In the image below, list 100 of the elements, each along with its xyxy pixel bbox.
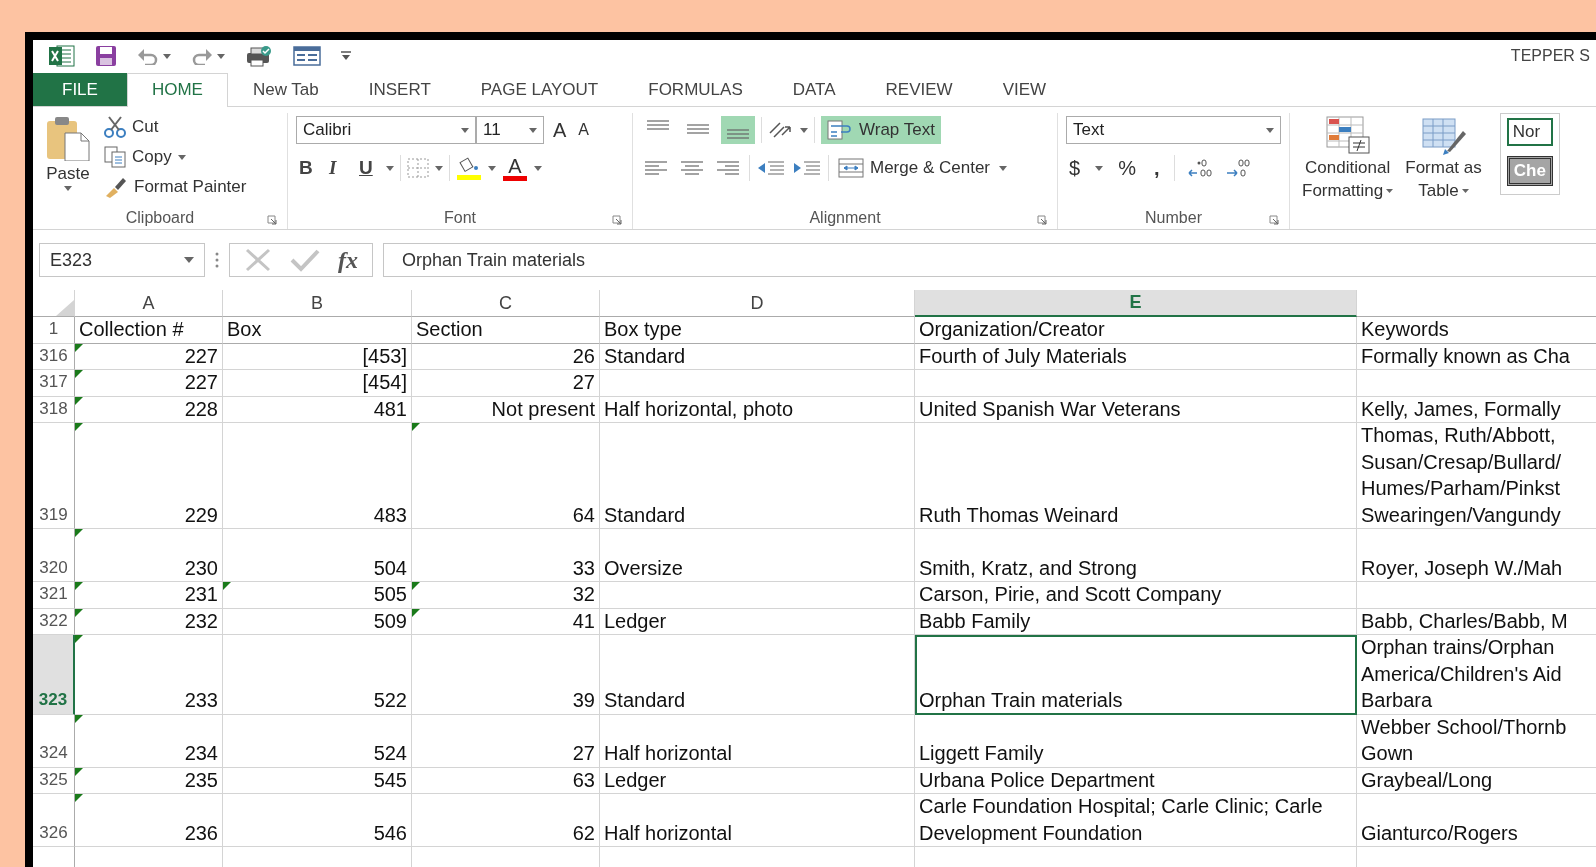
caret-icon[interactable]	[386, 165, 394, 171]
column-header[interactable]: B	[223, 290, 412, 317]
currency-button[interactable]: $	[1066, 154, 1084, 182]
table-cell-text: Kelly, James, Formally	[1361, 396, 1562, 422]
format-as-table-button[interactable]: Format as Table	[1401, 113, 1486, 229]
caret-icon[interactable]	[217, 53, 225, 59]
dialog-launcher-icon[interactable]	[267, 215, 277, 225]
underline-button[interactable]: U	[356, 154, 380, 182]
undo-icon[interactable]	[137, 47, 159, 65]
table-cell-text: Babb Family	[919, 608, 1032, 634]
caret-icon[interactable]	[435, 165, 443, 171]
caret-icon[interactable]	[163, 53, 171, 59]
format-painter-button[interactable]: Format Painter	[101, 173, 250, 201]
more-options-icon	[215, 252, 219, 268]
font-size-dropdown[interactable]: 11	[476, 116, 544, 144]
row-header[interactable]: 1	[33, 317, 75, 344]
decrease-indent-icon[interactable]	[756, 158, 786, 178]
merge-center-button[interactable]: Merge & Center	[835, 154, 993, 182]
caret-icon[interactable]	[999, 165, 1007, 171]
ribbon-tab[interactable]: DATA	[767, 73, 861, 106]
table-cell-text: 39	[572, 688, 595, 713]
column-header[interactable]: D	[600, 290, 915, 317]
ribbon-tab[interactable]: REVIEW	[860, 73, 978, 106]
printer-icon[interactable]	[245, 45, 273, 67]
table-cell-text: Gianturco/Rogers	[1361, 820, 1519, 846]
shrink-font-button[interactable]: A	[575, 116, 592, 144]
grow-font-button[interactable]: A	[550, 116, 570, 144]
copy-button[interactable]: Copy	[101, 143, 250, 171]
bold-button[interactable]: B	[296, 154, 320, 182]
table-cell-text: 230	[184, 555, 218, 581]
dialog-launcher-icon[interactable]	[1269, 215, 1279, 225]
row-header[interactable]: 326	[33, 794, 75, 847]
table-cell-text: 27	[572, 370, 595, 395]
cut-button[interactable]: Cut	[101, 113, 250, 141]
ribbon-tab[interactable]: FORMULAS	[623, 73, 768, 106]
ribbon-tab[interactable]: VIEW	[977, 73, 1072, 106]
window-title: TEPPER S	[1510, 47, 1590, 65]
paste-button[interactable]: Paste	[41, 113, 95, 207]
ribbon-tab[interactable]: PAGE LAYOUT	[455, 73, 624, 106]
table-cell-text: Formally known as Cha	[1361, 343, 1571, 369]
scissors-icon	[104, 116, 126, 138]
font-name-dropdown[interactable]: Calibri	[296, 116, 476, 144]
table-cell-text: Box type	[604, 317, 683, 342]
column-header[interactable]: A	[75, 290, 223, 317]
formula-input[interactable]: Orphan Train materials	[383, 243, 1596, 277]
table-cell-text: 234	[184, 741, 218, 766]
redo-icon[interactable]	[191, 47, 213, 65]
row-header[interactable]: 320	[33, 529, 75, 582]
fill-color-icon[interactable]	[456, 156, 482, 180]
insert-function-button[interactable]: fx	[338, 246, 358, 274]
dialog-launcher-icon[interactable]	[612, 215, 622, 225]
caret-icon[interactable]	[800, 127, 808, 133]
increase-decimal-icon[interactable]	[1187, 158, 1214, 178]
increase-indent-icon[interactable]	[792, 158, 822, 178]
table-cell-text: Carson, Pirie, and Scott Company	[919, 582, 1223, 607]
ribbon-tab[interactable]: INSERT	[343, 73, 456, 106]
ribbon-tab[interactable]: New Tab	[227, 73, 344, 106]
save-icon[interactable]	[95, 45, 117, 67]
group-label: Font	[444, 209, 476, 227]
table-cell-text: Humes/Parham/Pinkst	[1361, 476, 1561, 501]
copy-icon	[104, 146, 126, 168]
conditional-formatting-button[interactable]: Conditional Formatting	[1298, 113, 1398, 229]
caret-icon	[529, 127, 537, 133]
italic-button[interactable]: I	[326, 154, 350, 182]
comma-button[interactable]: ,	[1150, 154, 1163, 182]
caret-icon[interactable]	[1095, 165, 1104, 171]
table-cell-text: 505	[373, 582, 407, 607]
percent-button[interactable]: %	[1115, 154, 1139, 182]
table-cell-text: 546	[373, 820, 407, 846]
customize-menu-icon[interactable]	[341, 51, 351, 61]
table-cell-text: Babb, Charles/Babb, M	[1361, 608, 1569, 634]
decrease-decimal-icon[interactable]	[1225, 158, 1252, 178]
column-header[interactable]: C	[412, 290, 600, 317]
table-cell-text: Liggett Family	[919, 741, 1045, 766]
row-header[interactable]: 324	[33, 714, 75, 768]
excel-logo-icon[interactable]	[49, 45, 75, 67]
row-header[interactable]: 323	[33, 635, 75, 715]
table-cell-text: 235	[184, 767, 218, 793]
table-cell-text: Royer, Joseph W./Mah	[1361, 555, 1564, 581]
font-color-button[interactable]: A	[502, 153, 528, 183]
caret-icon[interactable]	[488, 165, 496, 171]
column-header[interactable]: E	[915, 290, 1357, 317]
table-cell-text: 228	[184, 396, 218, 422]
wrap-text-icon	[827, 120, 853, 140]
dialog-launcher-icon[interactable]	[1037, 215, 1047, 225]
file-tab[interactable]: FILE	[33, 73, 127, 106]
name-box[interactable]: E323	[39, 243, 205, 277]
table-cell-text: Fourth of July Materials	[919, 343, 1128, 369]
table-brush-icon	[1420, 115, 1467, 155]
caret-icon[interactable]	[534, 165, 542, 171]
caret-icon	[461, 127, 469, 133]
cell-style-option[interactable]: Nor	[1506, 118, 1553, 146]
table-cell-text: 483	[373, 502, 407, 528]
ribbon-tab[interactable]: HOME	[126, 73, 228, 107]
caret-icon[interactable]	[184, 257, 194, 263]
table-cell-text: Barbara	[1361, 688, 1434, 713]
form-icon[interactable]	[293, 46, 321, 66]
row-header[interactable]: 319	[33, 423, 75, 529]
wrap-text-button[interactable]: Wrap Text	[821, 116, 941, 144]
number-format-dropdown[interactable]: Text	[1066, 116, 1281, 144]
